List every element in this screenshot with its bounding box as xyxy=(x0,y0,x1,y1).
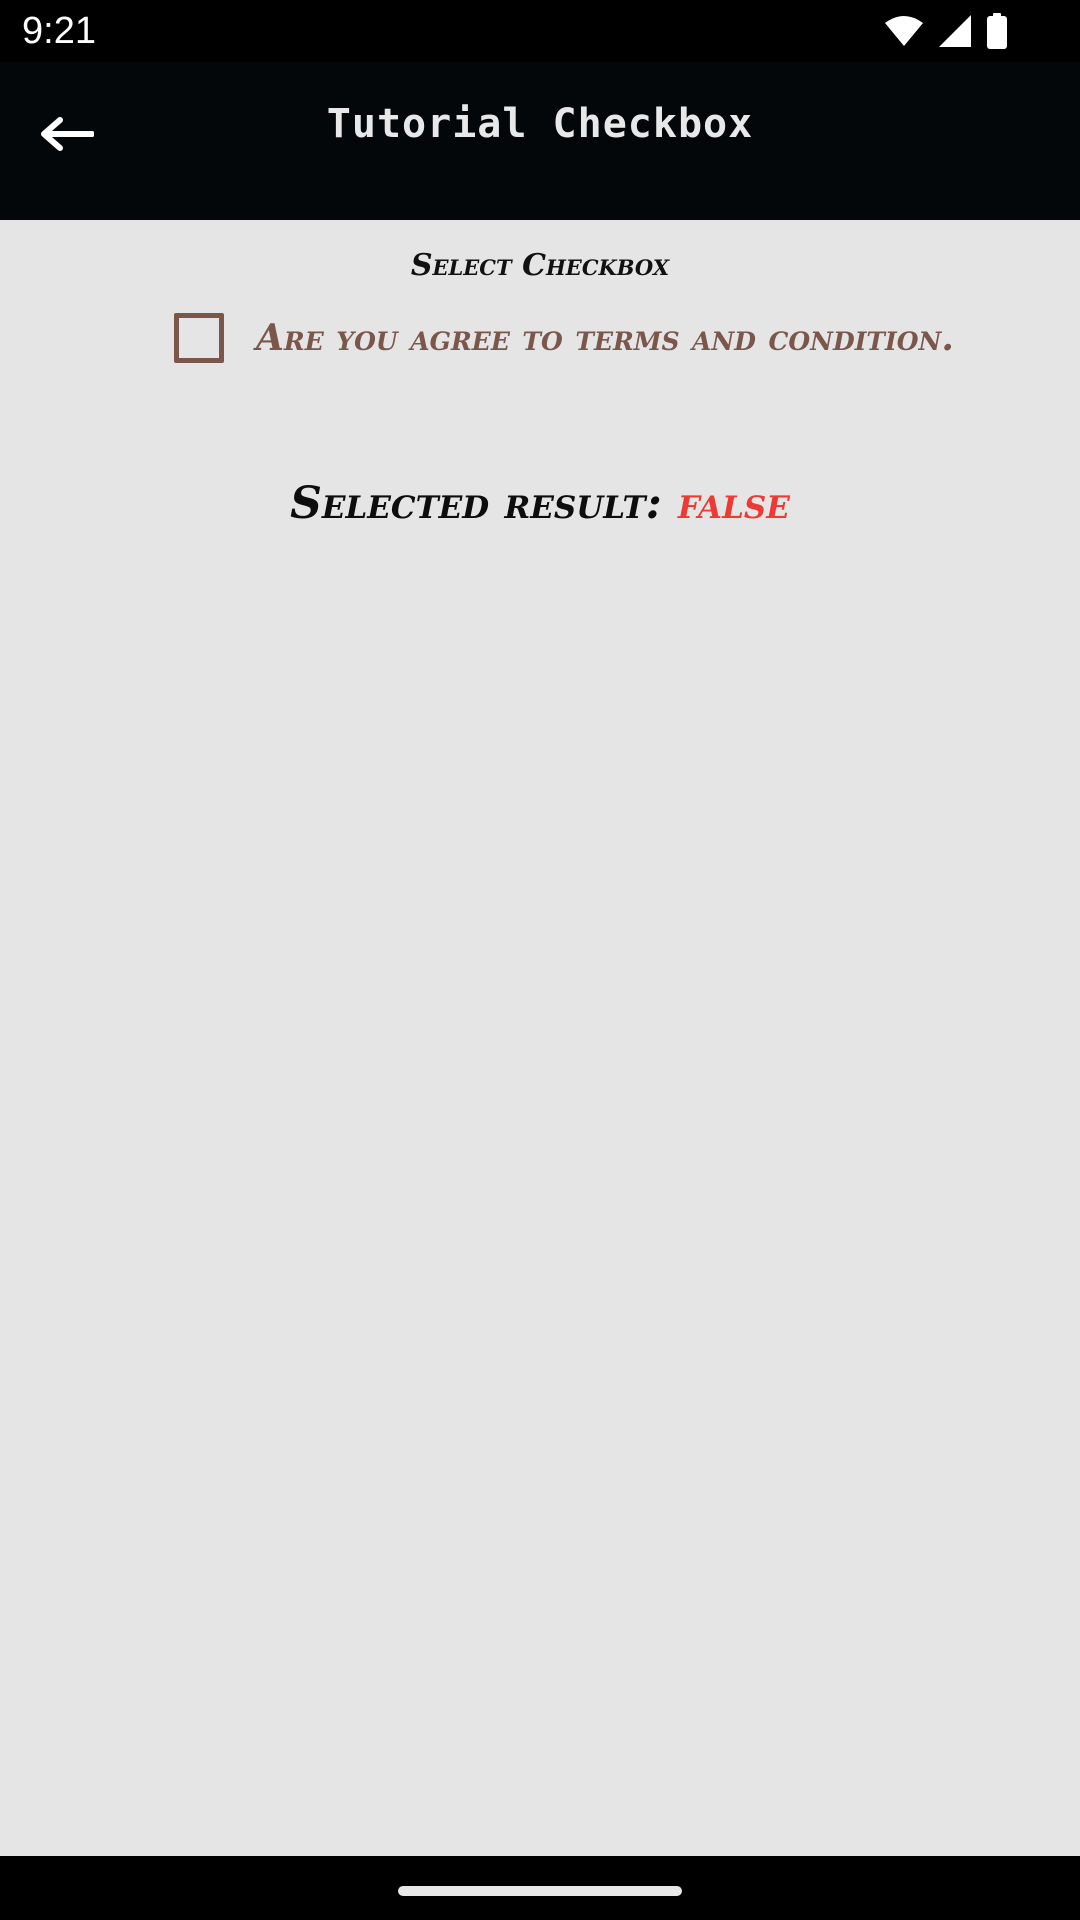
terms-checkbox-label[interactable]: Are you agree to terms and condition. xyxy=(256,314,954,362)
terms-checkbox[interactable] xyxy=(174,313,224,363)
wifi-icon xyxy=(884,15,924,47)
app-bar: Tutorial Checkbox xyxy=(0,62,1080,220)
home-gesture-handle[interactable] xyxy=(398,1886,682,1896)
cellular-signal-icon xyxy=(938,14,972,48)
status-time: 9:21 xyxy=(22,10,96,52)
page-title: Tutorial Checkbox xyxy=(326,101,754,147)
section-label: Select Checkbox xyxy=(410,248,670,283)
battery-icon xyxy=(986,13,1008,49)
status-icons xyxy=(884,12,1008,50)
result-value: false xyxy=(677,478,790,529)
navigation-bar xyxy=(0,1856,1080,1920)
screen: 9:21 Tutorial Checkbox Select Checkbox A… xyxy=(0,0,1080,1920)
result-label: Selected result: xyxy=(290,478,662,529)
terms-checkbox-row[interactable]: Are you agree to terms and condition. xyxy=(174,310,954,366)
result-row: Selected result: false xyxy=(0,476,1080,532)
status-bar: 9:21 xyxy=(0,0,1080,62)
